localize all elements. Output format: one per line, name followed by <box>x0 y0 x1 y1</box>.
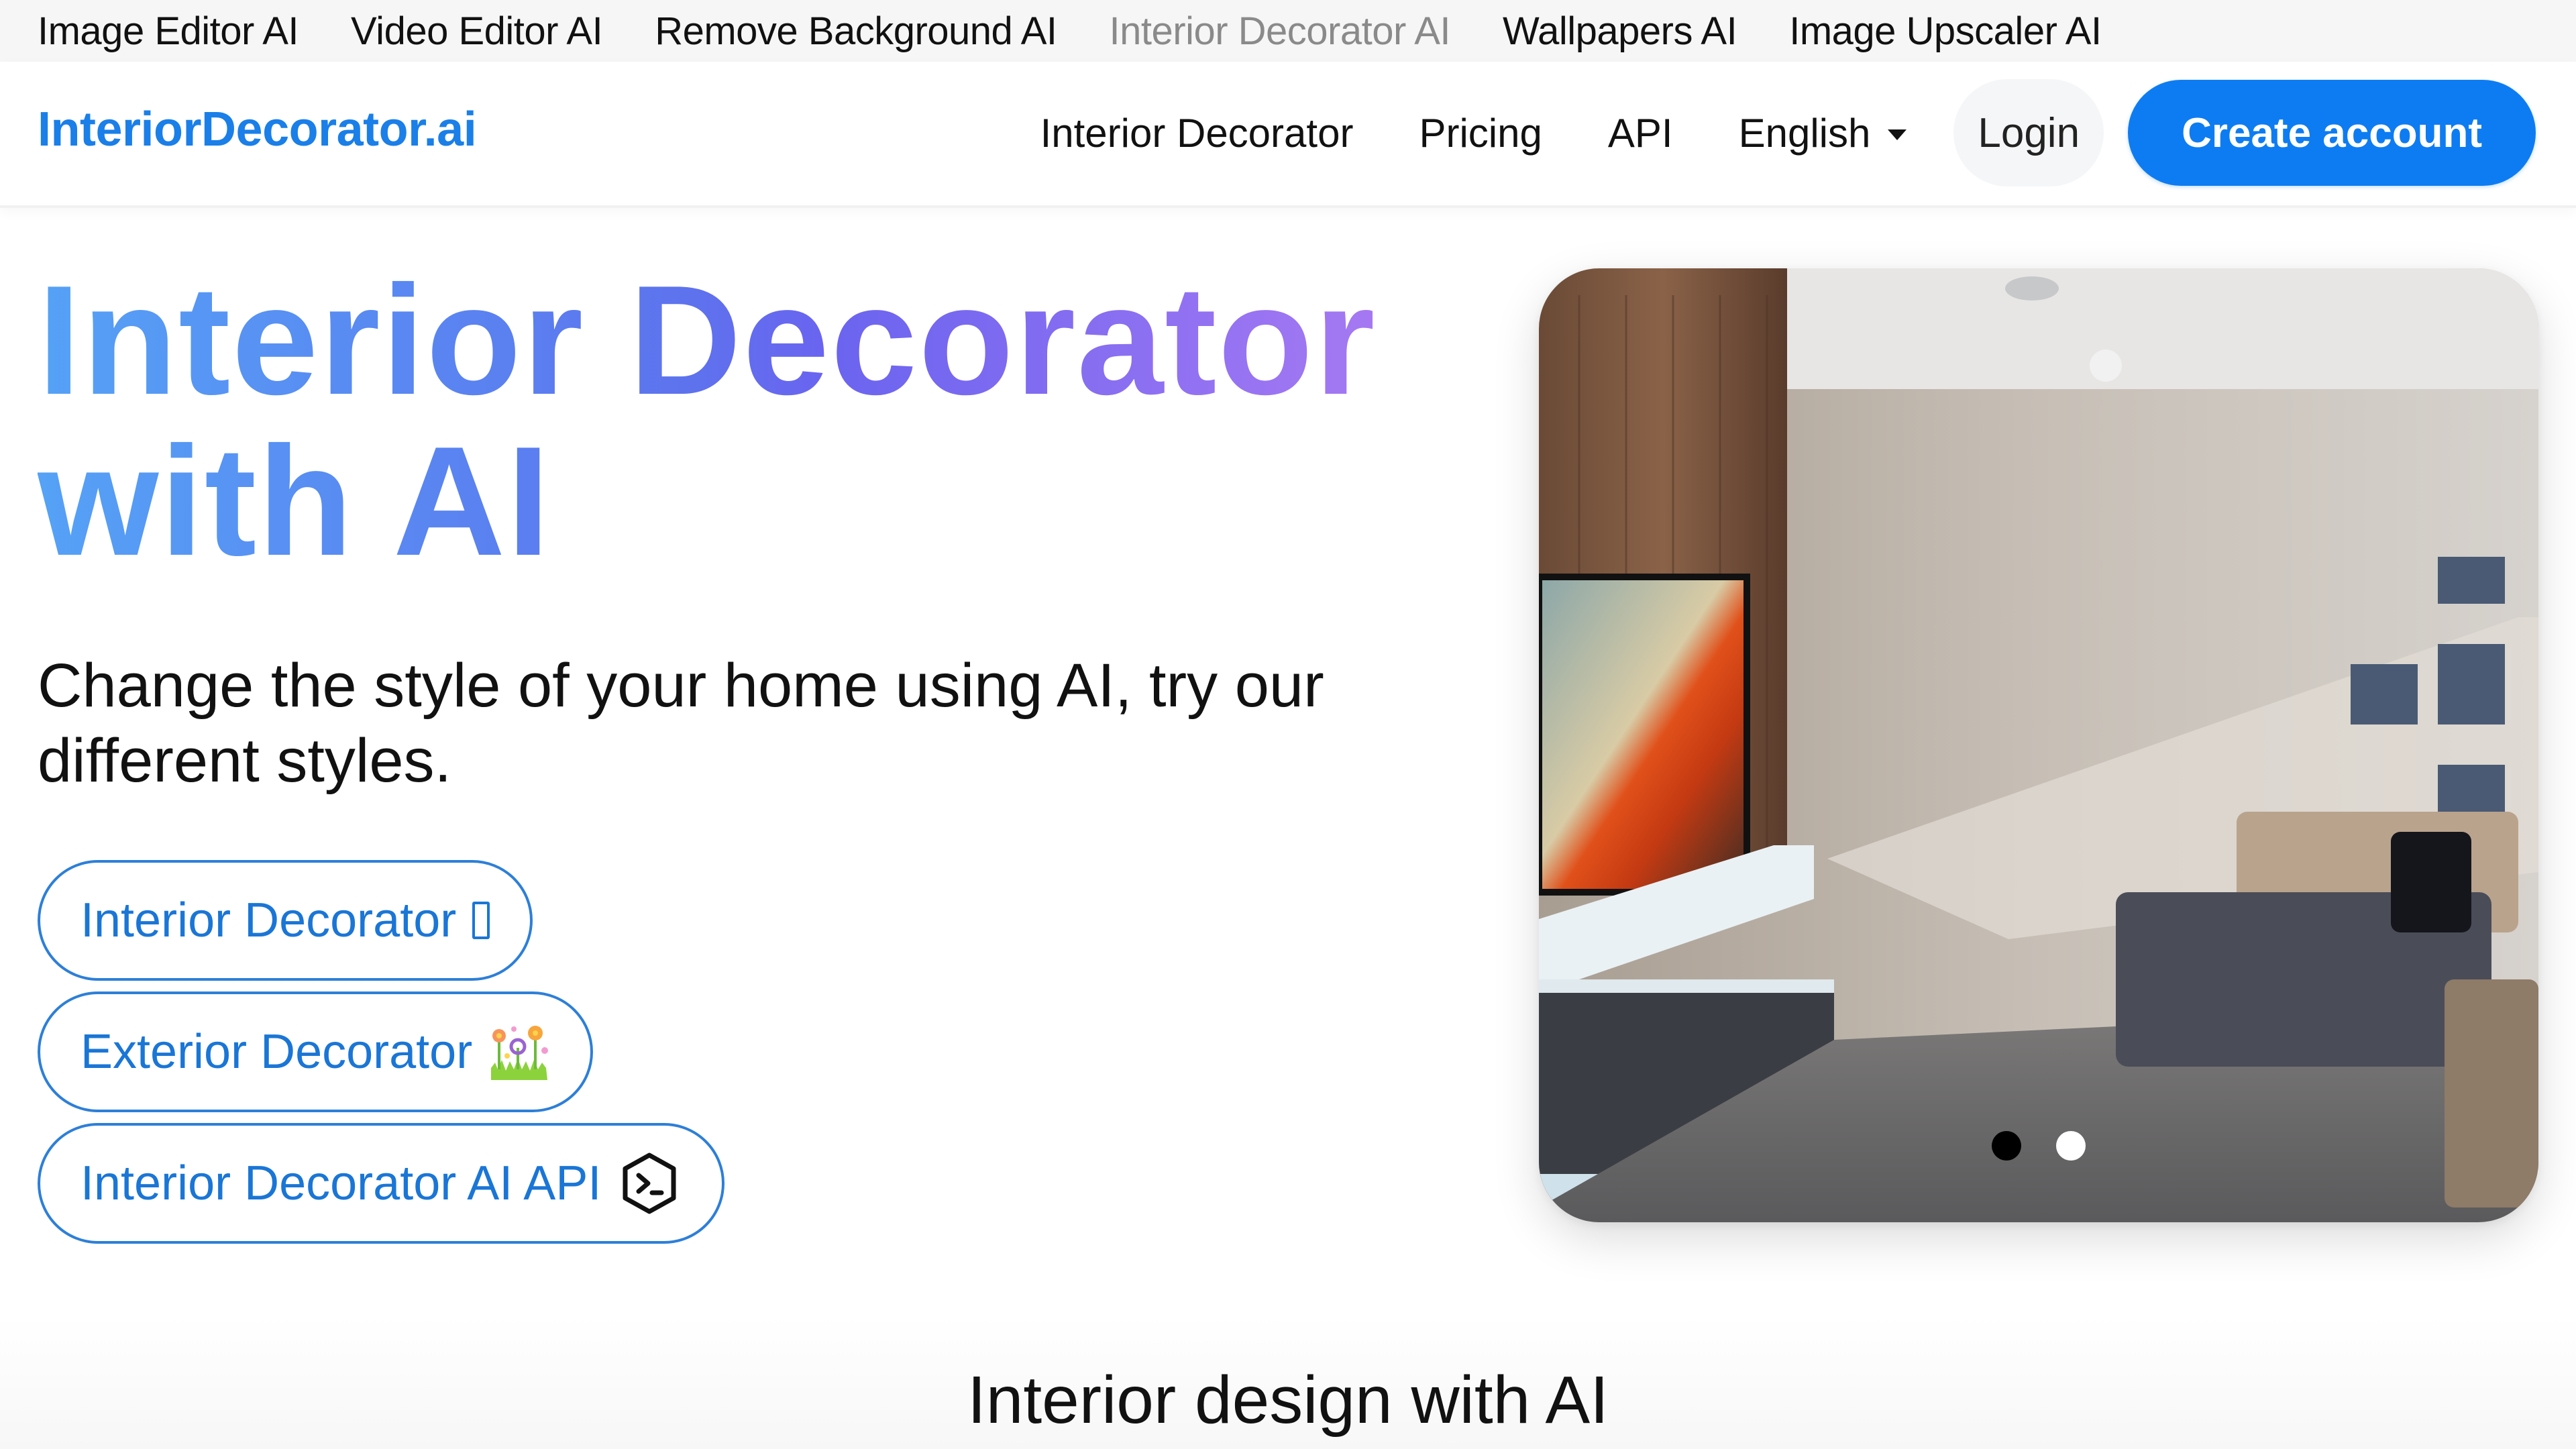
flowers-garden-icon <box>488 1021 550 1083</box>
app-link-image-upscaler[interactable]: Image Upscaler AI <box>1789 9 2102 54</box>
hero-subtitle: Change the style of your home using AI, … <box>38 651 1324 795</box>
nav-links: Interior Decorator Pricing API English L… <box>1040 79 2536 186</box>
brand-logo[interactable]: InteriorDecorator.ai <box>38 102 477 157</box>
nav-link-interior-decorator[interactable]: Interior Decorator <box>1040 110 1354 156</box>
terminal-hexagon-icon <box>617 1151 682 1216</box>
create-account-button[interactable]: Create account <box>2128 80 2536 186</box>
section-title: Interior design with AI <box>967 1362 1609 1438</box>
nav-link-pricing[interactable]: Pricing <box>1419 110 1542 156</box>
cta-label: Interior Decorator <box>80 894 457 947</box>
language-dropdown[interactable]: English <box>1739 110 1907 156</box>
language-label: English <box>1738 110 1871 156</box>
app-link-image-editor[interactable]: Image Editor AI <box>38 9 299 54</box>
hero-image-carousel[interactable] <box>1539 268 2538 1222</box>
hero-title: Interior Decorator with AI <box>38 260 1473 582</box>
cta-list: Interior Decorator Exterior Decorator In… <box>38 860 725 1254</box>
carousel-dot-1[interactable] <box>1992 1131 2021 1161</box>
hero-title-line-2: with AI <box>38 415 551 588</box>
login-button[interactable]: Login <box>1953 79 2104 186</box>
caret-down-icon <box>1888 129 1907 140</box>
exterior-decorator-button[interactable]: Exterior Decorator <box>38 991 594 1112</box>
interior-decorator-button[interactable]: Interior Decorator <box>38 860 533 981</box>
missing-glyph-icon <box>472 902 490 939</box>
interior-decorator-api-button[interactable]: Interior Decorator AI API <box>38 1123 725 1244</box>
nav-link-api[interactable]: API <box>1608 110 1673 156</box>
app-link-remove-background[interactable]: Remove Background AI <box>655 9 1057 54</box>
app-link-interior-decorator[interactable]: Interior Decorator AI <box>1110 9 1451 54</box>
living-room-image <box>1539 268 2538 1222</box>
main-nav: InteriorDecorator.ai Interior Decorator … <box>0 62 2576 208</box>
hero-title-line-1: Interior Decorator <box>38 254 1377 427</box>
cta-label: Interior Decorator AI API <box>80 1157 602 1210</box>
app-link-video-editor[interactable]: Video Editor AI <box>351 9 603 54</box>
cta-label: Exterior Decorator <box>80 1025 473 1079</box>
carousel-dots <box>1539 1131 2538 1161</box>
app-link-wallpapers[interactable]: Wallpapers AI <box>1503 9 1737 54</box>
apps-bar: Image Editor AI Video Editor AI Remove B… <box>0 0 2576 62</box>
carousel-dot-2[interactable] <box>2056 1131 2086 1161</box>
